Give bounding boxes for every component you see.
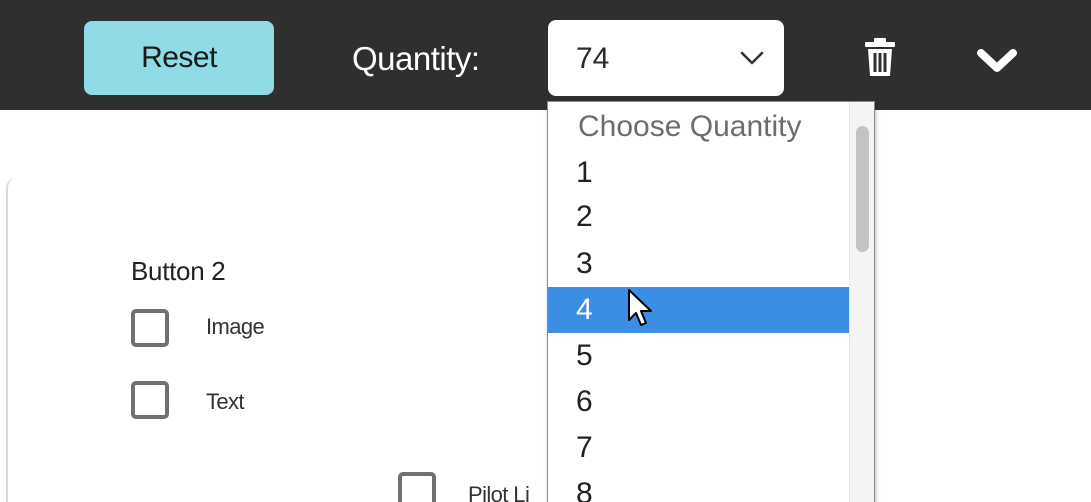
section-title: Button 2 xyxy=(131,256,226,286)
dropdown-option[interactable]: 5 xyxy=(548,333,850,379)
quantity-select-value: 74 xyxy=(576,42,610,75)
quantity-dropdown-list[interactable]: Choose Quantity 1 2 3 4 5 6 7 8 xyxy=(547,101,875,502)
dropdown-option[interactable]: 6 xyxy=(548,379,850,425)
dropdown-scrollbar[interactable] xyxy=(849,102,874,502)
dropdown-option[interactable]: 3 xyxy=(548,241,850,287)
dropdown-option[interactable]: 1 xyxy=(548,150,850,196)
quantity-select[interactable]: 74 xyxy=(548,20,784,96)
toolbar: Reset Quantity: 74 xyxy=(0,0,1091,110)
chevron-down-icon xyxy=(740,51,764,65)
text-checkbox[interactable] xyxy=(131,381,169,419)
pilot-checkbox-label: Pilot Li xyxy=(468,482,530,502)
trash-icon[interactable] xyxy=(864,37,896,77)
expand-chevron-icon[interactable] xyxy=(976,48,1018,74)
dropdown-option[interactable]: 7 xyxy=(548,425,850,471)
pilot-checkbox[interactable] xyxy=(398,472,436,502)
page: Reset Quantity: 74 Button 2 Image Text P… xyxy=(0,0,1091,502)
cursor-icon xyxy=(628,289,652,326)
dropdown-option-placeholder[interactable]: Choose Quantity xyxy=(548,104,850,150)
dropdown-option[interactable]: 8 xyxy=(548,471,850,502)
dropdown-option[interactable]: 2 xyxy=(548,194,850,240)
image-checkbox-label: Image xyxy=(206,314,265,339)
text-checkbox-label: Text xyxy=(206,389,245,414)
dropdown-option-highlighted[interactable]: 4 xyxy=(548,287,850,333)
image-checkbox[interactable] xyxy=(131,309,169,347)
reset-button[interactable]: Reset xyxy=(84,21,274,95)
dropdown-scroll-thumb[interactable] xyxy=(856,126,869,252)
quantity-label: Quantity: xyxy=(352,40,480,77)
